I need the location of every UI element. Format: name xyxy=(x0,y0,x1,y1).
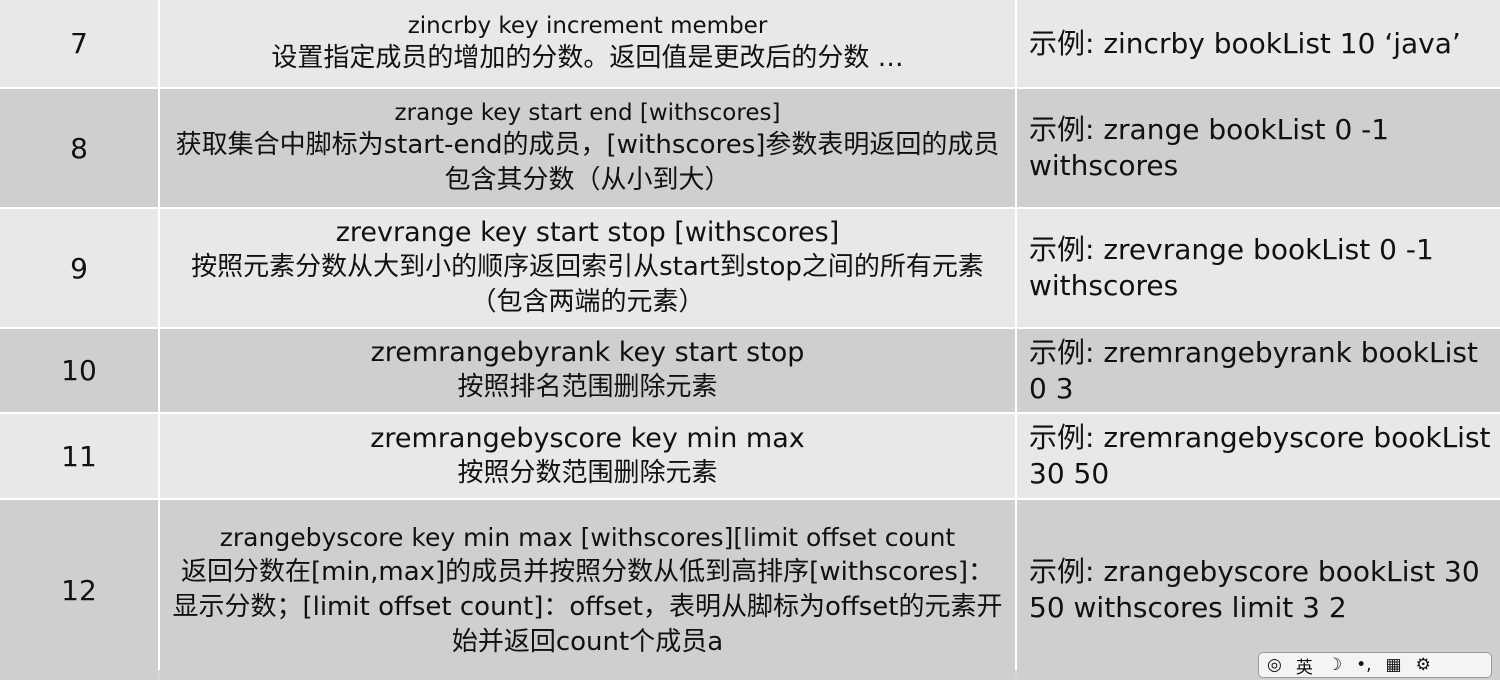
gear-icon[interactable]: ⚙ xyxy=(1416,655,1431,675)
command-description: 设置指定成员的增加的分数。返回值是更改后的分数 … xyxy=(271,43,904,73)
example-cell: 示例: zrevrange bookList 0 -1 withscores xyxy=(1017,209,1500,327)
command-cell: zincrby key increment member 设置指定成员的增加的分… xyxy=(160,0,1015,87)
command-cell: zrange key start end [withscores] 获取集合中脚… xyxy=(160,89,1015,207)
command-cell: zremrangebyscore key min max 按照分数范围删除元素 xyxy=(160,414,1015,498)
row-number: 10 xyxy=(0,329,158,412)
command-cell: zrangebyscore key min max [withscores][l… xyxy=(160,500,1015,680)
example-text: 30 50 xyxy=(1029,457,1110,490)
redis-zset-command-table: 7 zincrby key increment member 设置指定成员的增加… xyxy=(0,0,1500,680)
row-number-text: 11 xyxy=(61,439,97,473)
english-mode-icon[interactable]: 英 xyxy=(1296,653,1313,678)
command-cell: zrevrange key start stop [withscores] 按照… xyxy=(160,209,1015,327)
moon-icon[interactable]: ☽ xyxy=(1327,655,1342,675)
example-cell: 示例: zrange bookList 0 -1 withscores xyxy=(1017,89,1500,207)
example-text: 0 3 xyxy=(1029,371,1074,405)
example-text: withscores xyxy=(1029,269,1179,302)
example-text: 示例: zrevrange bookList 0 -1 xyxy=(1029,233,1434,266)
command-syntax: zincrby key increment member xyxy=(407,13,768,39)
example-text: 示例: zremrangebyscore bookList xyxy=(1029,421,1491,454)
row-number: 8 xyxy=(0,89,158,207)
command-description: 按照分数范围删除元素 xyxy=(457,457,718,488)
row-number: 9 xyxy=(0,209,158,327)
row-number-text: 10 xyxy=(61,354,97,387)
example-cell: 示例: zremrangebyscore bookList 30 50 xyxy=(1017,414,1500,498)
row-number: 12 xyxy=(0,500,158,680)
example-text: 示例: zrange bookList 0 -1 xyxy=(1029,113,1390,146)
example-cell: 示例: zincrby bookList 10 ‘java’ xyxy=(1017,0,1500,87)
example-cell: 示例: zremrangebyrank bookList 0 3 xyxy=(1017,329,1500,412)
ime-toolbar[interactable]: ◎ 英 ☽ •, ▦ ⚙ xyxy=(1258,652,1492,678)
command-cell: zremrangebyrank key start stop 按照排名范围删除元… xyxy=(160,329,1015,412)
command-syntax: zremrangebyrank key start stop xyxy=(370,337,805,368)
command-description: 返回分数在[min,max]的成员并按照分数从低到高排序[withscores]… xyxy=(172,556,1003,657)
punctuation-icon[interactable]: •, xyxy=(1356,655,1371,675)
example-text: 示例: zremrangebyrank bookList xyxy=(1029,335,1478,369)
row-number: 11 xyxy=(0,414,158,498)
ime-logo-icon[interactable]: ◎ xyxy=(1267,655,1282,675)
example-text: withscores xyxy=(1029,149,1179,182)
row-number-text: 7 xyxy=(70,27,88,60)
command-syntax: zrange key start end [withscores] xyxy=(394,100,781,126)
command-description: 按照排名范围删除元素 xyxy=(457,372,718,402)
row-number-text: 9 xyxy=(70,251,88,285)
command-description: 获取集合中脚标为start-end的成员，[withscores]参数表明返回的… xyxy=(175,130,1000,195)
command-syntax: zrevrange key start stop [withscores] xyxy=(335,217,840,248)
example-text: 示例: zincrby bookList 10 ‘java’ xyxy=(1029,26,1461,60)
command-syntax: zremrangebyscore key min max xyxy=(370,422,805,454)
example-text: 示例: zrangebyscore bookList 30 xyxy=(1029,555,1480,588)
row-number-text: 12 xyxy=(61,573,97,607)
command-syntax: zrangebyscore key min max [withscores][l… xyxy=(219,522,956,552)
row-number: 7 xyxy=(0,0,158,87)
command-description: 按照元素分数从大到小的顺序返回索引从start到stop之间的所有元素（包含两端… xyxy=(191,252,984,317)
example-text: 50 withscores limit 3 2 xyxy=(1029,591,1347,624)
keyboard-icon[interactable]: ▦ xyxy=(1386,655,1402,675)
row-number-text: 8 xyxy=(70,131,88,165)
